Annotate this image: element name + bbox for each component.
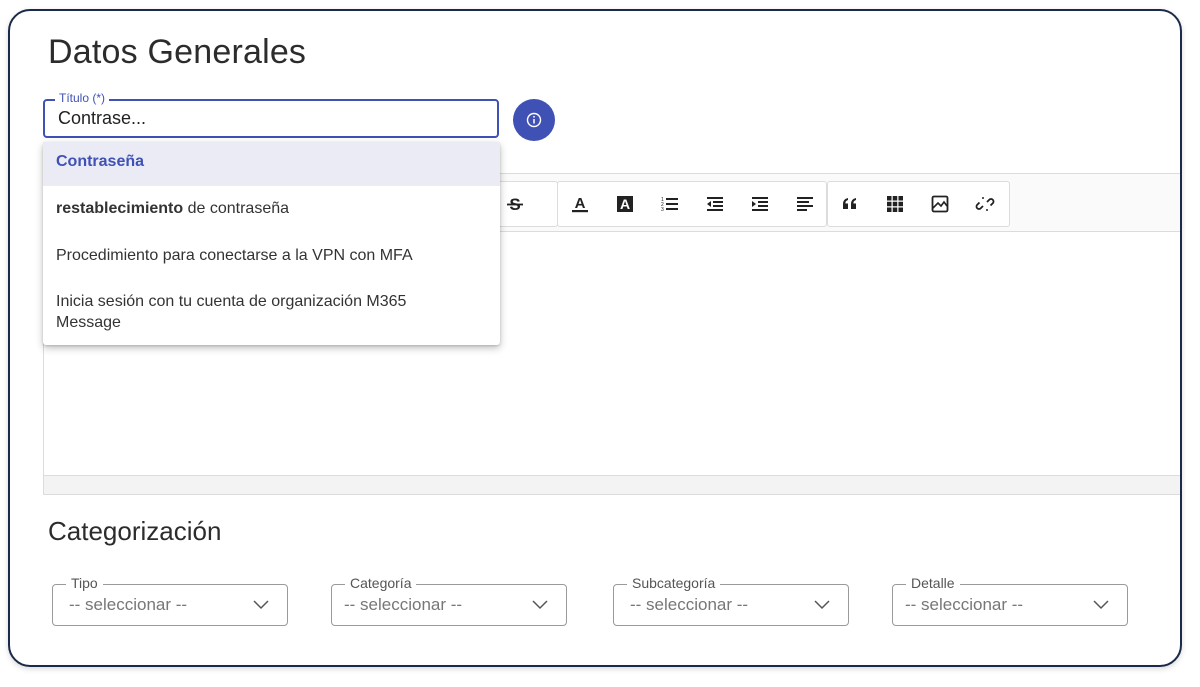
ordered-list-icon: 1 2 3 bbox=[661, 197, 678, 213]
categorization-title: Categorización bbox=[48, 516, 222, 546]
suggestion-label: Contraseña bbox=[56, 153, 145, 170]
select-label: Subcategoría bbox=[627, 575, 721, 591]
text-color-button[interactable]: A bbox=[562, 182, 598, 226]
blockquote-icon bbox=[843, 198, 856, 209]
title-suggestions-dropdown: Contraseña restablecimiento de contraseñ… bbox=[43, 142, 500, 345]
suggestion-label-line: Message bbox=[56, 314, 121, 331]
editor-status-bar bbox=[44, 475, 1180, 494]
categoria-select[interactable]: Categoría -- seleccionar -- bbox=[331, 575, 567, 626]
image-icon bbox=[931, 195, 949, 213]
svg-text:3: 3 bbox=[661, 207, 664, 213]
info-icon bbox=[526, 112, 542, 128]
chevron-down-icon bbox=[532, 600, 548, 610]
select-label: Tipo bbox=[66, 575, 103, 591]
suggestion-match: restablecimiento bbox=[56, 200, 184, 217]
suggestion-label: Procedimiento para conectarse a la VPN c… bbox=[56, 247, 413, 264]
select-value: -- seleccionar -- bbox=[905, 595, 1024, 614]
table-button[interactable] bbox=[877, 182, 913, 226]
subcategoria-select[interactable]: Subcategoría -- seleccionar -- bbox=[613, 575, 849, 626]
outdent-button[interactable] bbox=[697, 182, 733, 226]
title-field-value[interactable]: Contrase... bbox=[58, 108, 146, 129]
ordered-list-button[interactable]: 1 2 3 bbox=[652, 182, 688, 226]
suggestion-item[interactable]: restablecimiento de contraseña bbox=[43, 198, 500, 219]
highlight-color-icon: A bbox=[617, 196, 633, 212]
chevron-down-icon bbox=[253, 600, 269, 610]
tipo-select[interactable]: Tipo -- seleccionar -- bbox=[52, 575, 288, 626]
highlight-color-button[interactable]: A bbox=[607, 182, 643, 226]
chevron-down-icon bbox=[1093, 600, 1109, 610]
page-title: Datos Generales bbox=[48, 33, 307, 71]
select-value: -- seleccionar -- bbox=[344, 595, 463, 614]
svg-text:A: A bbox=[575, 195, 586, 212]
text-color-icon: A bbox=[572, 195, 588, 213]
suggestion-item[interactable]: Procedimiento para conectarse a la VPN c… bbox=[43, 245, 500, 266]
strikethrough-icon: S bbox=[507, 195, 523, 214]
select-label: Categoría bbox=[345, 575, 417, 591]
strikethrough-button[interactable]: S bbox=[497, 182, 533, 226]
toolbar-group-style: A A 1 2 3 bbox=[557, 181, 827, 227]
suggestion-label-line: Inicia sesión con tu cuenta de organizac… bbox=[56, 293, 407, 310]
table-icon bbox=[887, 196, 903, 212]
info-button[interactable] bbox=[513, 99, 555, 141]
blockquote-button[interactable] bbox=[832, 182, 868, 226]
unlink-icon bbox=[975, 197, 995, 211]
indent-button[interactable] bbox=[742, 182, 778, 226]
title-field[interactable]: Título (*) Contrase... bbox=[43, 91, 499, 138]
unlink-button[interactable] bbox=[967, 182, 1003, 226]
chevron-down-icon bbox=[814, 600, 830, 610]
suggestion-item[interactable]: Contraseña bbox=[43, 142, 500, 186]
indent-icon bbox=[752, 197, 768, 211]
select-value: -- seleccionar -- bbox=[630, 595, 749, 614]
detalle-select[interactable]: Detalle -- seleccionar -- bbox=[892, 575, 1128, 626]
select-value: -- seleccionar -- bbox=[69, 595, 188, 614]
suggestion-rest: de contraseña bbox=[183, 200, 290, 217]
select-label: Detalle bbox=[906, 575, 960, 591]
title-field-label: Título (*) bbox=[55, 91, 110, 105]
suggestion-item[interactable]: Inicia sesión con tu cuenta de organizac… bbox=[43, 291, 500, 333]
outdent-icon bbox=[707, 197, 723, 211]
align-left-icon bbox=[797, 197, 813, 211]
general-data-panel: Datos Generales Título (*) Contrase... S bbox=[8, 9, 1182, 667]
align-left-button[interactable] bbox=[787, 182, 823, 226]
toolbar-group-insert bbox=[827, 181, 1010, 227]
image-button[interactable] bbox=[922, 182, 958, 226]
svg-text:A: A bbox=[620, 196, 630, 212]
